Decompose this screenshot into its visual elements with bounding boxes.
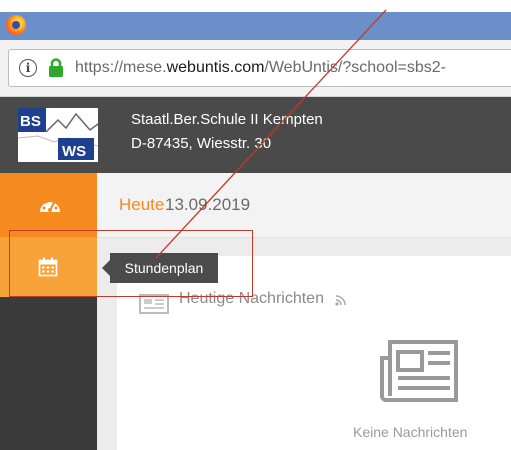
url-text[interactable]: https://mese.webuntis.com/WebUntis/?scho…: [75, 59, 446, 77]
school-address: D-87435, Wiesstr. 30: [131, 135, 272, 152]
timetable-tooltip: Stundenplan: [102, 253, 218, 283]
browser-titlebar: [0, 12, 511, 40]
newspaper-large-icon: [380, 340, 458, 402]
sidebar: [0, 173, 97, 450]
info-icon[interactable]: i: [19, 59, 37, 77]
sidebar-item-dashboard[interactable]: [0, 173, 97, 237]
today-date: 13.09.2019: [165, 195, 251, 214]
url-domain: webuntis.com: [166, 59, 265, 76]
empty-news-text: Keine Nachrichten: [353, 424, 468, 440]
logo-text-bottom: WS: [62, 143, 86, 160]
caption-text-fragment: [200, 0, 206, 12]
browser-toolbar: i https://mese.webuntis.com/WebUntis/?sc…: [0, 40, 511, 97]
url-suffix: /WebUntis/?school=sbs2-: [264, 59, 446, 76]
firefox-icon[interactable]: [6, 15, 26, 35]
dashboard-icon: [40, 198, 60, 212]
news-card: Heutige Nachrichten Keine Nachrichten: [117, 256, 511, 450]
newspaper-small-icon: [139, 294, 169, 314]
today-header: Heute 13.09.2019: [97, 173, 511, 238]
sidebar-item-timetable[interactable]: [0, 237, 97, 297]
lock-icon[interactable]: [47, 58, 65, 78]
url-prefix: https://mese.: [75, 59, 167, 76]
rss-icon[interactable]: [335, 294, 347, 306]
calendar-icon: [38, 257, 58, 277]
today-label[interactable]: Heute: [119, 195, 164, 215]
annotation-caption: [0, 0, 511, 12]
news-title: Heutige Nachrichten: [179, 290, 324, 307]
logo-text-top: BS II: [20, 113, 53, 130]
url-field[interactable]: i https://mese.webuntis.com/WebUntis/?sc…: [8, 49, 511, 87]
school-logo[interactable]: BS II WS: [18, 108, 98, 162]
app-header: BS II WS Staatl.Ber.Schule II Kempten D-…: [0, 97, 511, 173]
school-name: Staatl.Ber.Schule II Kempten: [131, 111, 323, 128]
